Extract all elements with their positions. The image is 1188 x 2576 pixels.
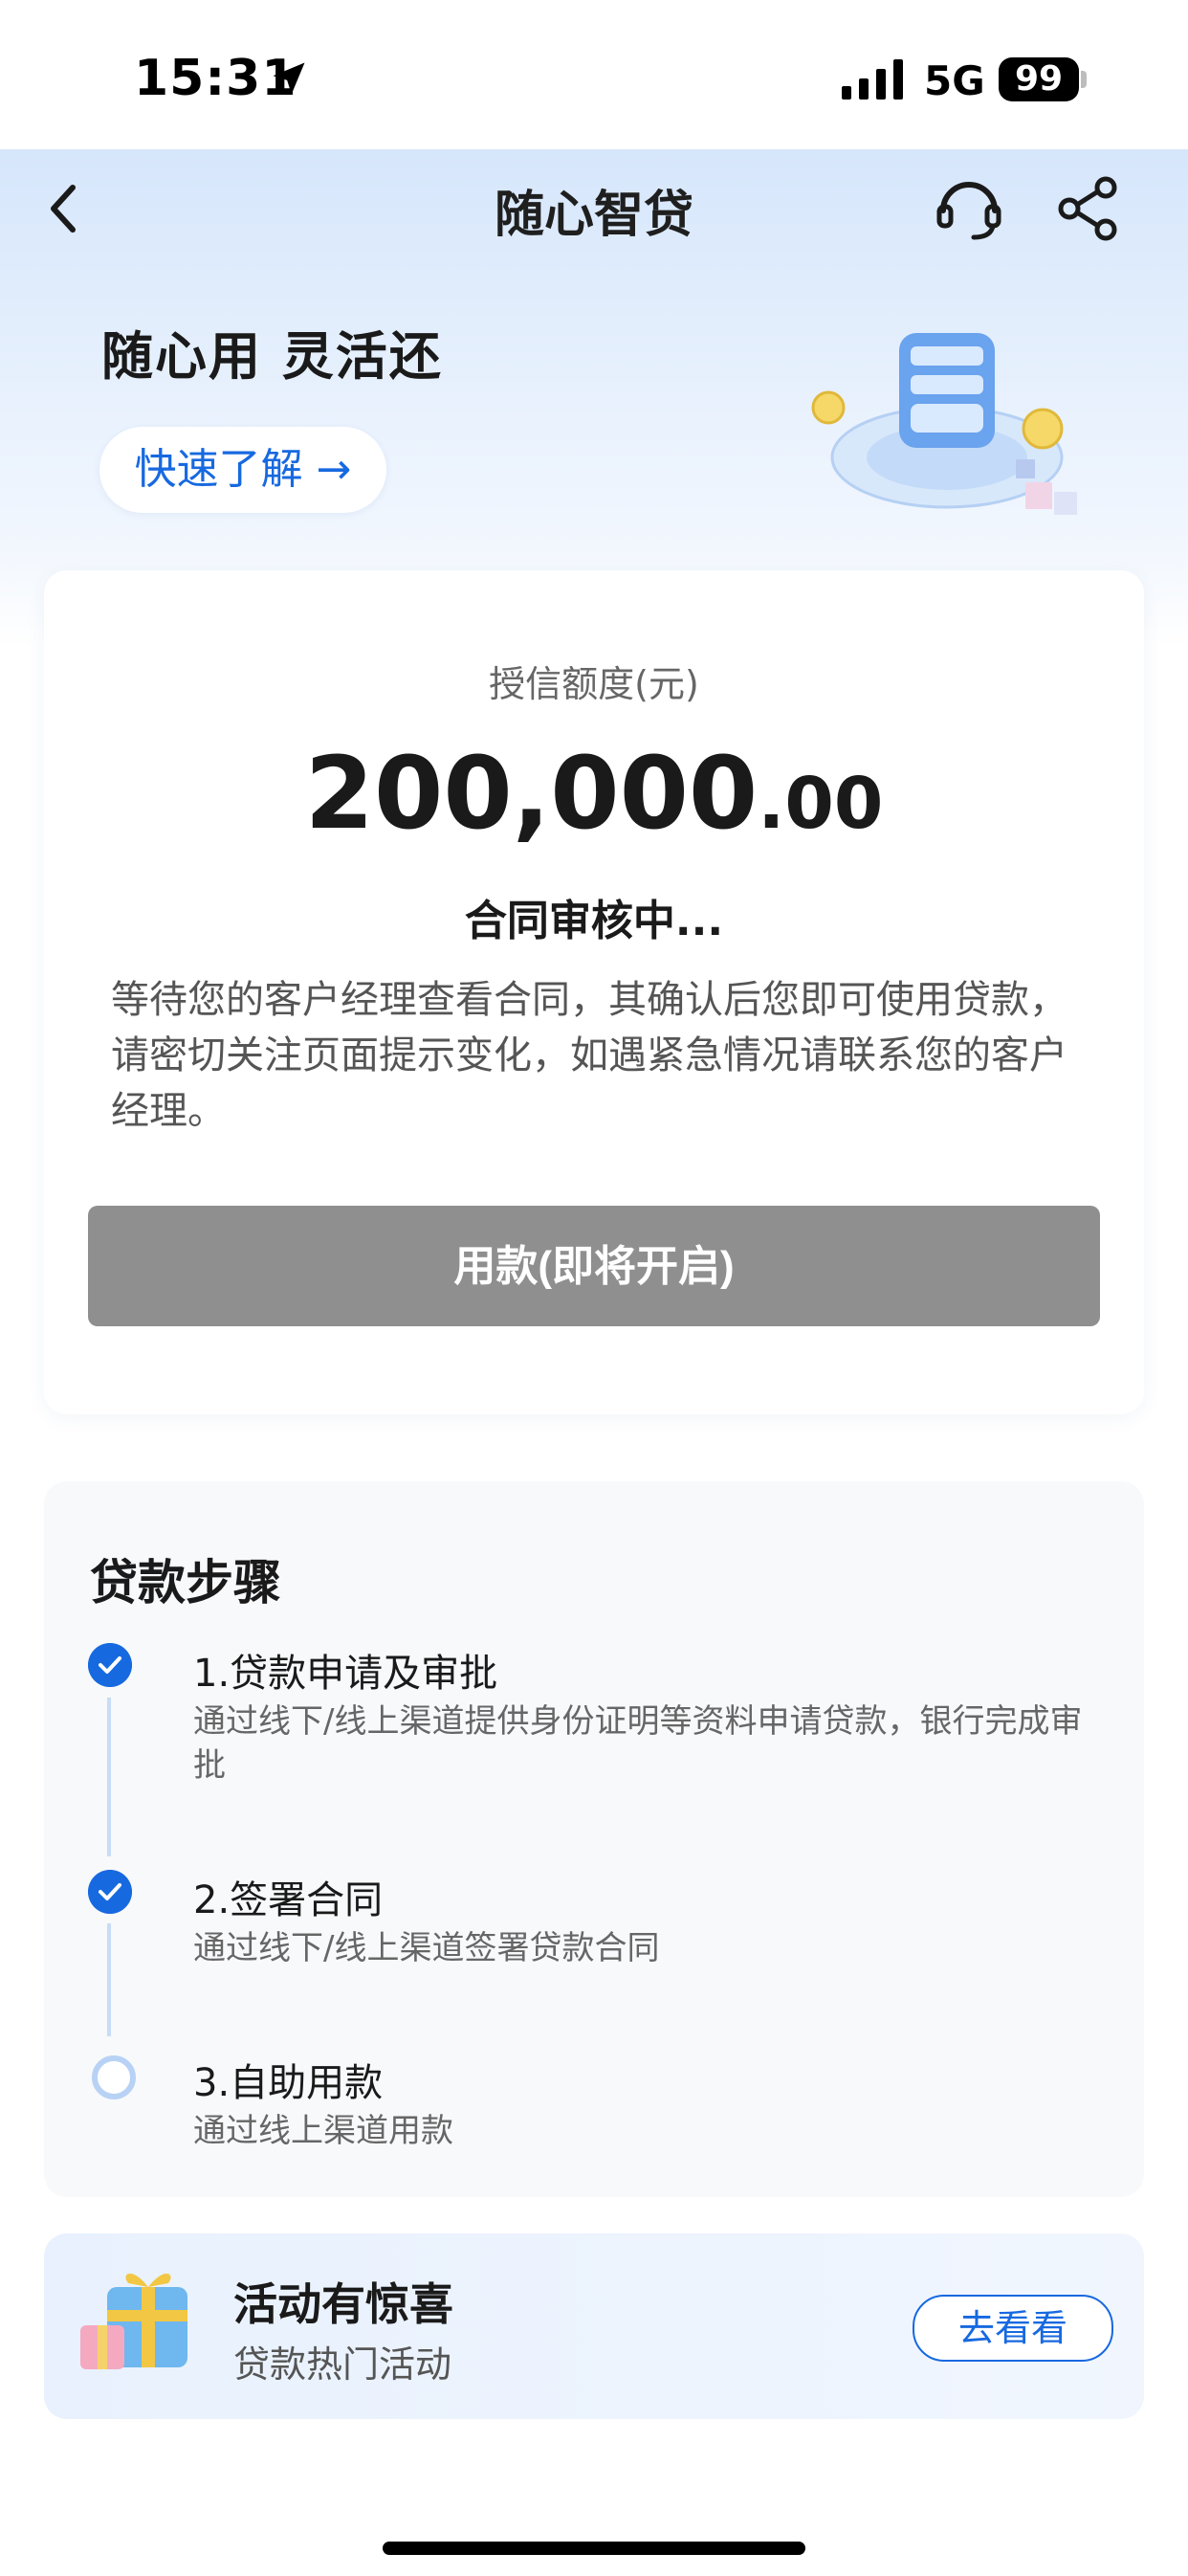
step-2-title: 2.签署合同	[193, 1878, 384, 1922]
credit-limit-amount: 200,000.00	[0, 735, 1188, 852]
quick-learn-button[interactable]: 快速了解 →	[99, 427, 386, 513]
step-completed-check-icon	[88, 1643, 132, 1687]
step-connector	[107, 1698, 111, 1856]
activity-title: 活动有惊喜	[233, 2278, 453, 2330]
step-2-description: 通过线下/线上渠道签署贷款合同	[193, 1929, 660, 1967]
cellular-signal-icon	[842, 59, 903, 100]
step-1-description: 通过线下/线上渠道提供身份证明等资料申请贷款，银行完成审批	[193, 1702, 1083, 1785]
amount-decimal: .00	[758, 763, 884, 845]
gift-box-icon	[80, 2273, 187, 2369]
hero-slogan: 随心用 灵活还	[101, 326, 443, 387]
step-3-title: 3.自助用款	[193, 2061, 384, 2105]
step-pending-circle-icon	[92, 2055, 136, 2099]
use-loan-button[interactable]: 用款(即将开启)	[88, 1206, 1100, 1326]
steps-title: 贷款步骤	[90, 1555, 281, 1610]
customer-service-headset-icon[interactable]	[934, 172, 1004, 243]
battery-indicator: 99	[999, 57, 1079, 101]
step-completed-check-icon	[88, 1870, 132, 1914]
page-title: 随心智贷	[494, 187, 693, 244]
step-3-description: 通过线上渠道用款	[193, 2112, 453, 2150]
home-indicator	[383, 2542, 805, 2555]
network-type: 5G	[924, 57, 985, 104]
credit-limit-label: 授信额度(元)	[489, 663, 699, 705]
location-arrow-icon	[273, 62, 305, 95]
view-activity-button[interactable]: 去看看	[913, 2295, 1113, 2362]
activity-subtitle: 贷款热门活动	[233, 2343, 452, 2386]
contract-status-description: 等待您的客户经理查看合同，其确认后您即可使用贷款，请密切关注页面提示变化，如遇紧…	[111, 978, 1067, 1133]
contract-status-title: 合同审核中...	[464, 897, 724, 945]
step-connector	[107, 1923, 111, 2036]
step-1-title: 1.贷款申请及审批	[193, 1652, 498, 1696]
battery-tip	[1081, 71, 1087, 88]
share-icon[interactable]	[1056, 176, 1121, 241]
amount-integer: 200,000	[304, 735, 759, 852]
smart-loan-illustration	[811, 333, 1077, 515]
